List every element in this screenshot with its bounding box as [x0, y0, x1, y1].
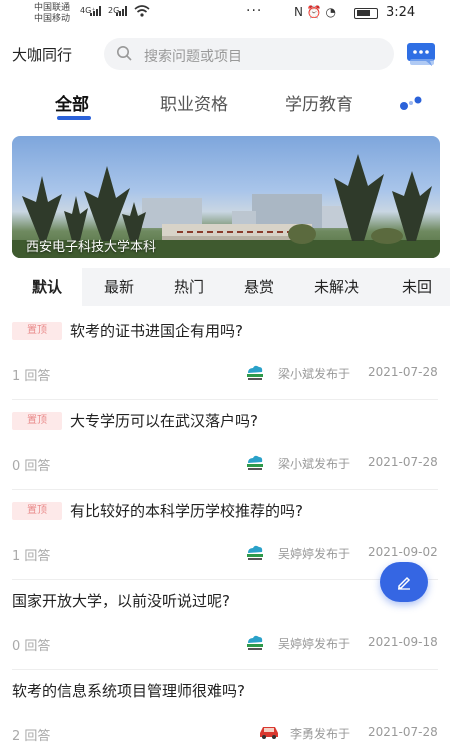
question-item[interactable]: 置顶 大专学历可以在武汉落户吗? 0 回答 梁小斌发布于 2021-07-28 [12, 400, 438, 490]
filter-bounty[interactable]: 悬赏 [244, 268, 274, 306]
clock: 3:24 [386, 5, 416, 20]
message-icon[interactable] [406, 41, 438, 67]
search-input[interactable]: 搜索问题或项目 [104, 38, 394, 70]
filter-unresolved[interactable]: 未解决 [314, 268, 359, 306]
pinned-badge: 置顶 [12, 412, 62, 430]
tab-academic-education[interactable]: 学历教育 [285, 90, 353, 115]
campus-banner[interactable]: 西安电子科技大学本科 [12, 136, 440, 258]
question-item[interactable]: 国家开放大学，以前没听说过呢? 0 回答 吴婷婷发布于 2021-09-18 [12, 580, 438, 670]
question-title[interactable]: 软考的信息系统项目管理师很难吗? [12, 680, 245, 701]
post-date: 2021-09-18 [368, 635, 438, 649]
more-categories-icon[interactable] [398, 94, 426, 112]
carrier-names: 中国联通 中国移动 [34, 3, 70, 25]
search-placeholder: 搜索问题或项目 [144, 49, 242, 65]
post-date: 2021-07-28 [368, 455, 438, 469]
ask-question-button[interactable] [380, 562, 428, 602]
car-avatar-icon [260, 727, 278, 739]
question-item[interactable]: 软考的信息系统项目管理师很难吗? 2 回答 李勇发布于 2021-07-28 [12, 670, 438, 750]
wifi-icon [134, 5, 150, 17]
pinned-badge: 置顶 [12, 322, 62, 340]
question-item[interactable]: 置顶 软考的证书进国企有用吗? 1 回答 梁小斌发布于 2021-07-28 [12, 310, 438, 400]
tab-all[interactable]: 全部 [55, 90, 89, 115]
cloud-logo-avatar-icon [247, 635, 263, 650]
status-bar: 中国联通 中国移动 4G⁺ 2G ··· N ⏰ ◔ 3:24 [0, 0, 450, 28]
cloud-logo-avatar-icon [247, 365, 263, 380]
answer-count: 1 回答 [12, 549, 51, 564]
author-label: 吴婷婷发布于 [278, 547, 351, 561]
carrier-1: 中国联通 [34, 3, 71, 13]
answer-count: 1 回答 [12, 369, 51, 384]
category-tabs: 全部 职业资格 学历教育 [0, 84, 450, 124]
battery-icon [354, 8, 378, 19]
active-tab-indicator [57, 116, 91, 120]
answer-count: 2 回答 [12, 729, 51, 744]
more-status-icon: ··· [246, 3, 263, 19]
question-title[interactable]: 软考的证书进国企有用吗? [70, 320, 243, 341]
post-date: 2021-09-02 [368, 545, 438, 559]
answer-count: 0 回答 [12, 459, 51, 474]
carrier-2: 中国移动 [34, 14, 71, 24]
app-header: 大咖同行 搜索问题或项目 [0, 34, 450, 74]
author-label: 李勇发布于 [290, 727, 351, 741]
post-date: 2021-07-28 [368, 365, 438, 379]
question-title[interactable]: 国家开放大学，以前没听说过呢? [12, 590, 230, 611]
cloud-logo-avatar-icon [247, 545, 263, 560]
banner-pagination [232, 248, 248, 258]
author-label: 吴婷婷发布于 [278, 637, 351, 651]
filter-unanswered[interactable]: 未回 [402, 268, 432, 306]
brand-title: 大咖同行 [12, 46, 73, 64]
filter-tabs: 默认 最新 热门 悬赏 未解决 未回 [12, 268, 450, 306]
cloud-logo-avatar-icon [247, 455, 263, 470]
question-title[interactable]: 大专学历可以在武汉落户吗? [70, 410, 258, 431]
banner-caption: 西安电子科技大学本科 [26, 240, 157, 255]
edit-pencil-icon [398, 576, 411, 590]
filter-default[interactable]: 默认 [12, 268, 83, 306]
question-title[interactable]: 有比较好的本科学历学校推荐的吗? [70, 500, 303, 521]
search-icon [117, 46, 132, 61]
question-item[interactable]: 置顶 有比较好的本科学历学校推荐的吗? 1 回答 吴婷婷发布于 2021-09-… [12, 490, 438, 580]
author-label: 梁小斌发布于 [278, 457, 351, 471]
post-date: 2021-07-28 [368, 725, 438, 739]
tab-professional-qualification[interactable]: 职业资格 [160, 90, 228, 115]
pinned-badge: 置顶 [12, 502, 62, 520]
signal-bars-2-icon [116, 6, 127, 16]
author-label: 梁小斌发布于 [278, 367, 351, 381]
filter-latest[interactable]: 最新 [104, 268, 134, 306]
filter-hot[interactable]: 热门 [174, 268, 204, 306]
signal-bars-icon [90, 6, 101, 16]
system-icons: N ⏰ ◔ [294, 5, 337, 19]
answer-count: 0 回答 [12, 639, 51, 654]
